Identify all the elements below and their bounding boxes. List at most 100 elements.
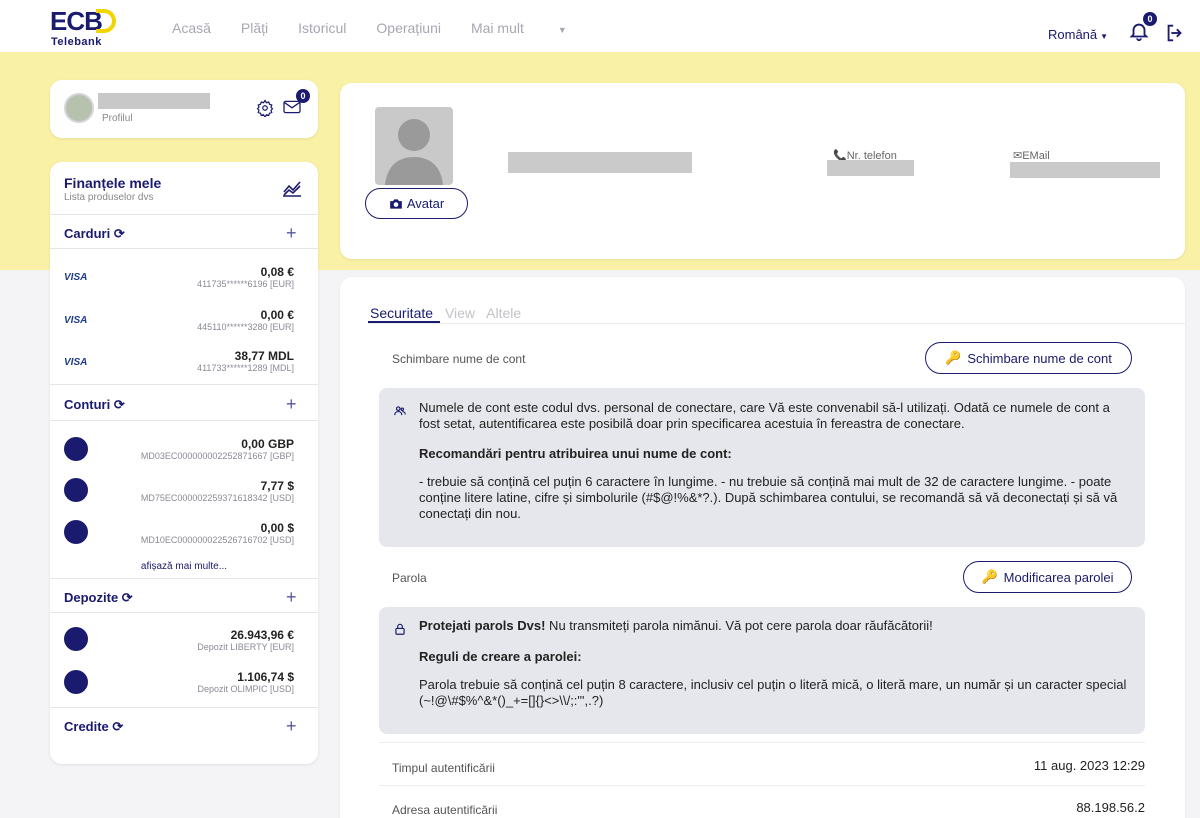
- logo-arc: [96, 9, 116, 33]
- account-amount[interactable]: 7,77 $: [261, 479, 294, 493]
- account-iban: MD75EC000002259371618342 [USD]: [140, 493, 294, 503]
- change-password-button-label: Modificarea parolei: [1003, 569, 1114, 585]
- users-icon: [394, 406, 406, 416]
- logo-subtitle: Telebank: [51, 36, 102, 48]
- tab-altele[interactable]: Altele: [486, 305, 521, 321]
- username-reco-title: Recomandări pentru atribuirea unui nume …: [419, 446, 732, 461]
- card-number: 445110******3280 [EUR]: [197, 322, 294, 332]
- key-icon: 🔑: [945, 350, 962, 365]
- avatar-button-label: Avatar: [406, 196, 445, 211]
- nav-item-acasa[interactable]: Acasă: [172, 20, 211, 36]
- change-username-button-label: Schimbare nume de cont: [967, 350, 1112, 366]
- nav-item-operatiuni[interactable]: Operațiuni: [376, 20, 441, 36]
- chevron-down-icon: ▼: [1100, 32, 1109, 41]
- section-cards[interactable]: Carduri ⟳: [64, 226, 125, 242]
- nav-item-mai-mult[interactable]: Mai mult ▼: [471, 20, 597, 36]
- finances-subtitle: Lista produselor dvs: [64, 192, 154, 203]
- password-row-label: Parola: [392, 571, 427, 585]
- divider: [50, 384, 318, 385]
- add-card-button[interactable]: +: [286, 224, 297, 242]
- card-amount[interactable]: 0,08 €: [261, 265, 294, 279]
- deposit-icon: [64, 627, 88, 651]
- messages-badge: 0: [296, 89, 310, 103]
- nav-item-istoricul[interactable]: Istoricul: [298, 20, 346, 36]
- nav-item-plati[interactable]: Plăți: [241, 20, 268, 36]
- notification-badge: 0: [1143, 12, 1157, 26]
- wallet-icon: [64, 520, 88, 544]
- username-info-box: Numele de cont este codul dvs. personal …: [379, 388, 1145, 547]
- avatar-button[interactable]: Avatar: [365, 188, 468, 219]
- user-name-redacted: [508, 152, 692, 173]
- section-deposits[interactable]: Depozite ⟳: [64, 590, 133, 606]
- visa-icon: VISA: [64, 315, 88, 326]
- avatar-placeholder: [375, 107, 453, 185]
- finances-card: Finanțele mele Lista produselor dvs Card…: [50, 162, 318, 764]
- card-amount[interactable]: 38,77 MDL: [235, 349, 294, 363]
- auth-address-label: Adresa autentificării: [392, 803, 498, 817]
- divider: [50, 612, 318, 613]
- chevron-down-icon: ▼: [557, 25, 567, 35]
- username-reco-text: - trebuie să conțină cel puțin 6 caracte…: [419, 474, 1118, 521]
- deposit-icon: [64, 670, 88, 694]
- card-amount[interactable]: 0,00 €: [261, 308, 294, 322]
- account-iban: MD10EC000000022526716702 [USD]: [140, 535, 294, 545]
- divider: [379, 742, 1145, 743]
- password-warning-bold: Protejati parols Dvs!: [419, 618, 546, 633]
- refresh-icon[interactable]: ⟳: [114, 397, 125, 412]
- nav-item-mai-mult-label: Mai mult: [470, 20, 524, 36]
- logo-text: ECB: [50, 6, 103, 36]
- password-warning-text: Nu transmiteți parola nimănui. Vă pot ce…: [545, 618, 933, 633]
- profile-name-redacted: [98, 93, 210, 109]
- email-value-redacted: [1010, 162, 1160, 178]
- chart-icon[interactable]: [280, 176, 304, 200]
- password-warning: Protejati parols Dvs! Nu transmiteți par…: [419, 618, 1131, 634]
- section-cards-label: Carduri: [64, 226, 111, 241]
- section-accounts[interactable]: Conturi ⟳: [64, 397, 125, 413]
- language-selector[interactable]: Română ▼: [1048, 27, 1108, 42]
- card-number: 411735******6196 [EUR]: [197, 279, 294, 289]
- password-info-box: Protejati parols Dvs! Nu transmiteți par…: [379, 607, 1145, 734]
- top-navbar: ECB Telebank Acasă Plăți Istoricul Opera…: [0, 0, 1200, 52]
- logout-icon[interactable]: [1164, 22, 1186, 44]
- section-accounts-label: Conturi: [64, 397, 111, 412]
- deposit-name: Depozit OLIMPIC [USD]: [197, 684, 294, 694]
- refresh-icon[interactable]: ⟳: [112, 719, 123, 734]
- add-credit-button[interactable]: +: [286, 717, 297, 735]
- profile-mini-card: Profilul 0: [50, 80, 318, 138]
- user-silhouette-icon: [385, 119, 443, 185]
- add-account-button[interactable]: +: [286, 395, 297, 413]
- section-deposits-label: Depozite: [64, 590, 119, 605]
- gear-icon[interactable]: [256, 99, 274, 117]
- deposit-amount[interactable]: 1.106,74 $: [237, 670, 294, 684]
- wallet-icon: [64, 478, 88, 502]
- deposit-amount[interactable]: 26.943,96 €: [231, 628, 294, 642]
- username-row-label: Schimbare nume de cont: [392, 352, 526, 366]
- auth-address-value: 88.198.56.2: [1076, 800, 1145, 815]
- ecb-logo[interactable]: ECB Telebank: [50, 6, 120, 50]
- account-amount[interactable]: 0,00 $: [261, 521, 294, 535]
- change-password-button[interactable]: 🔑 Modificarea parolei: [963, 561, 1132, 593]
- refresh-icon[interactable]: ⟳: [114, 226, 125, 241]
- tab-view[interactable]: View: [445, 305, 475, 321]
- camera-icon: [389, 198, 402, 209]
- visa-icon: VISA: [64, 357, 88, 368]
- profile-label: Profilul: [102, 113, 133, 124]
- deposit-name: Depozit LIBERTY [EUR]: [197, 642, 294, 652]
- tab-securitate[interactable]: Securitate: [370, 305, 433, 321]
- auth-time-label: Timpul autentificării: [392, 761, 495, 775]
- avatar[interactable]: [64, 93, 94, 123]
- settings-card: Securitate View Altele Schimbare nume de…: [340, 277, 1185, 818]
- lock-icon: [395, 623, 405, 635]
- add-deposit-button[interactable]: +: [286, 588, 297, 606]
- change-username-button[interactable]: 🔑 Schimbare nume de cont: [925, 342, 1132, 374]
- password-rules-title: Reguli de creare a parolei:: [419, 649, 582, 664]
- section-credits[interactable]: Credite ⟳: [64, 719, 123, 735]
- refresh-icon[interactable]: ⟳: [122, 590, 133, 605]
- account-amount[interactable]: 0,00 GBP: [241, 437, 294, 451]
- divider: [50, 707, 318, 708]
- language-label: Română: [1048, 27, 1098, 42]
- divider: [50, 578, 318, 579]
- show-more-link[interactable]: afișază mai multe...: [50, 561, 318, 572]
- divider: [50, 420, 318, 421]
- key-icon: 🔑: [981, 569, 998, 584]
